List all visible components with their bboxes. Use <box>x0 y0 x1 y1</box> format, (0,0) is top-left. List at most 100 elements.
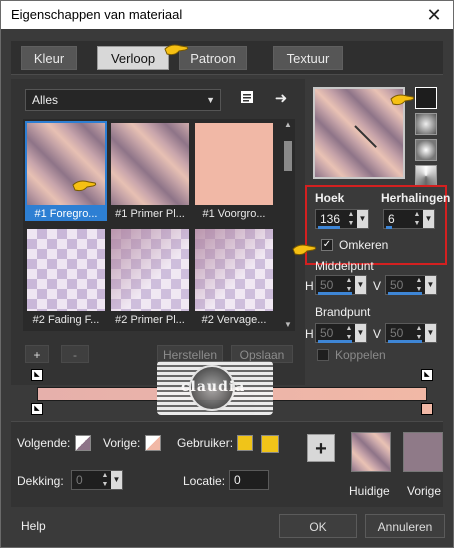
close-icon[interactable]: ✕ <box>423 4 445 26</box>
cancel-button[interactable]: Annuleren <box>365 514 445 538</box>
thumbnail-item[interactable]: #1 Foregro... <box>25 121 107 221</box>
spin-arrows-icon[interactable]: ▲ ▼ <box>412 210 422 228</box>
linear-gradient-type-button[interactable] <box>415 87 437 109</box>
location-input[interactable]: 0 <box>229 470 269 490</box>
radial-gradient-type-button[interactable] <box>415 139 437 161</box>
value-underline <box>388 292 422 295</box>
scroll-up-icon[interactable]: ▲ <box>281 119 295 131</box>
opacity-spinbox[interactable]: 0 ▲ ▼ ▼ <box>71 470 123 490</box>
library-options-icon[interactable] <box>237 89 257 109</box>
hand-pointer-icon <box>292 244 317 256</box>
previous-label: Vorige <box>407 484 442 498</box>
center-v-spinbox[interactable]: 50 ▲ ▼ ▼ <box>385 275 437 295</box>
current-label: Huidige <box>349 484 390 498</box>
thumbnail-label: #1 Primer Pl... <box>115 208 185 220</box>
link-label: Koppelen <box>335 348 386 362</box>
next-label: Volgende: <box>17 436 71 450</box>
focal-h-label: H <box>305 327 314 341</box>
location-value: 0 <box>234 473 241 487</box>
remove-gradient-button[interactable]: - <box>61 345 89 363</box>
prev-label: Vorige: <box>103 436 141 450</box>
watermark-text: claudia <box>181 379 246 395</box>
opacity-value: 0 <box>76 473 83 487</box>
repeats-label: Herhalingen <box>381 191 451 205</box>
spin-arrows-icon[interactable]: ▲ ▼ <box>100 471 110 489</box>
center-point-label: Middelpunt <box>315 259 374 273</box>
value-underline <box>318 226 340 229</box>
prev-swatch[interactable] <box>145 435 161 451</box>
grid-scrollbar[interactable]: ▲ ▼ <box>281 119 295 331</box>
angle-needle[interactable] <box>354 125 377 148</box>
chevron-down-icon[interactable]: ▼ <box>111 471 122 489</box>
thumbnail-label: #2 Vervage... <box>201 314 267 326</box>
category-dropdown[interactable]: Alles ▼ <box>25 89 221 111</box>
gradient-thumbnail-grid: #1 Foregro... #1 Primer Pl... #1 Voorgro… <box>23 119 293 331</box>
gradient-stop-bottom-left[interactable]: ◣ <box>31 403 43 415</box>
add-to-swatches-button[interactable]: + <box>307 434 335 462</box>
thumbnail-item[interactable]: #1 Voorgro... <box>193 121 275 221</box>
next-swatch[interactable] <box>75 435 91 451</box>
tab-textuur[interactable]: Textuur <box>273 46 343 70</box>
add-gradient-button[interactable]: + <box>25 345 49 363</box>
ok-button[interactable]: OK <box>279 514 357 538</box>
chevron-down-icon[interactable]: ▼ <box>357 210 368 228</box>
user-swatch-1[interactable] <box>237 435 253 451</box>
gradient-stop-bottom-right[interactable] <box>421 403 433 415</box>
chevron-down-icon[interactable]: ▼ <box>425 276 436 294</box>
value-underline <box>318 340 352 343</box>
dialog-title: Eigenschappen van materiaal <box>11 7 183 22</box>
focal-h-value: 50 <box>320 326 334 340</box>
chevron-down-icon: ▼ <box>206 95 215 105</box>
spin-arrows-icon[interactable]: ▲ ▼ <box>346 210 356 228</box>
user-label: Gebruiker: <box>177 436 234 450</box>
tab-kleur[interactable]: Kleur <box>21 46 77 70</box>
chevron-down-icon[interactable]: ▼ <box>425 324 436 342</box>
thumbnail-item[interactable]: #2 Primer Pl... <box>109 227 191 327</box>
category-dropdown-value: Alles <box>32 93 59 107</box>
focal-v-label: V <box>373 327 382 341</box>
repeats-spinbox[interactable]: 6 ▲ ▼ ▼ <box>383 209 435 229</box>
invert-label: Omkeren <box>339 238 389 252</box>
center-h-value: 50 <box>320 278 334 292</box>
current-swatch[interactable] <box>351 432 391 472</box>
chevron-down-icon[interactable]: ▼ <box>423 210 434 228</box>
scroll-down-icon[interactable]: ▼ <box>281 319 295 331</box>
focal-h-spinbox[interactable]: 50 ▲ ▼ ▼ <box>315 323 367 343</box>
arrow-right-icon[interactable]: ➜ <box>271 89 291 109</box>
help-link[interactable]: Help <box>21 519 46 533</box>
focal-v-value: 50 <box>390 326 404 340</box>
watermark-logo: claudia <box>157 361 273 415</box>
invert-checkbox[interactable]: ✓ <box>321 239 333 251</box>
angle-value: 136 <box>320 212 341 226</box>
angle-label: Hoek <box>315 191 345 205</box>
previous-swatch[interactable] <box>403 432 443 472</box>
center-h-spinbox[interactable]: 50 ▲ ▼ ▼ <box>315 275 367 295</box>
link-checkbox[interactable] <box>317 349 329 361</box>
tab-verloop[interactable]: Verloop <box>97 46 169 70</box>
rectangular-gradient-type-button[interactable] <box>415 113 437 135</box>
thumbnail-swatch <box>111 229 189 311</box>
title-bar: Eigenschappen van materiaal ✕ <box>1 1 453 29</box>
sunburst-gradient-type-button[interactable] <box>415 165 437 187</box>
angle-spinbox[interactable]: 136 ▲ ▼ ▼ <box>315 209 369 229</box>
value-underline <box>318 292 352 295</box>
thumbnail-item[interactable]: #2 Vervage... <box>193 227 275 327</box>
thumbnail-swatch <box>111 123 189 205</box>
value-underline <box>388 340 422 343</box>
user-swatch-2[interactable] <box>261 435 279 453</box>
thumbnail-item[interactable]: #2 Fading F... <box>25 227 107 327</box>
footer-panel: Volgende: Vorige: Gebruiker: Dekking: 0 … <box>11 421 443 507</box>
chevron-down-icon[interactable]: ▼ <box>355 276 366 294</box>
gradient-stop-top-left[interactable]: ◣ <box>31 369 43 381</box>
material-properties-dialog: Eigenschappen van materiaal ✕ Kleur Verl… <box>0 0 454 548</box>
scrollbar-thumb[interactable] <box>284 141 292 171</box>
thumbnail-item[interactable]: #1 Primer Pl... <box>109 121 191 221</box>
focal-v-spinbox[interactable]: 50 ▲ ▼ ▼ <box>385 323 437 343</box>
location-label: Locatie: <box>183 474 226 488</box>
thumbnail-swatch <box>27 229 105 311</box>
thumbnail-swatch <box>195 229 273 311</box>
focal-point-label: Brandpunt <box>315 305 371 319</box>
chevron-down-icon[interactable]: ▼ <box>355 324 366 342</box>
tab-patroon[interactable]: Patroon <box>179 46 247 70</box>
center-v-label: V <box>373 279 382 293</box>
